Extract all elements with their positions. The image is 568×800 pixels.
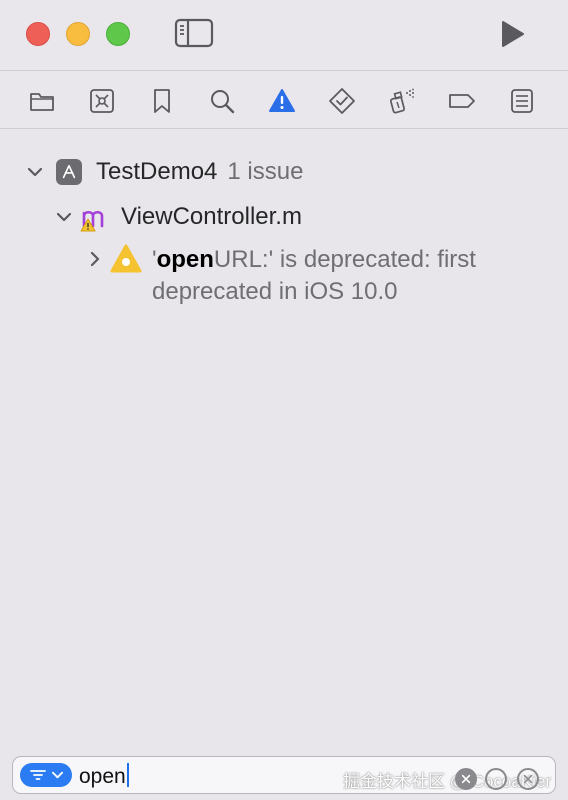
chevron-down-icon[interactable]	[26, 163, 44, 181]
filter-bar: open 掘金技术社区 @ CocoaKier	[0, 750, 568, 800]
filter-input[interactable]: open	[79, 763, 129, 789]
test-diamond-icon[interactable]	[327, 86, 357, 116]
close-window-button[interactable]	[26, 22, 50, 46]
title-bar	[0, 0, 568, 70]
warning-icon[interactable]	[267, 86, 297, 116]
filter-scope-icon[interactable]	[517, 768, 539, 790]
chevron-down-icon	[51, 771, 63, 779]
issue-message[interactable]: 'openURL:' is deprecated: first deprecat…	[152, 244, 542, 308]
filter-options-button[interactable]	[20, 763, 72, 787]
divider	[0, 128, 568, 129]
filter-value: open	[79, 765, 126, 788]
issue-navigator: TestDemo4 1 issue ViewController.m 'open…	[0, 130, 568, 750]
zoom-window-button[interactable]	[106, 22, 130, 46]
text-caret	[126, 763, 129, 787]
divider	[0, 70, 568, 71]
search-icon[interactable]	[207, 86, 237, 116]
minimize-window-button[interactable]	[66, 22, 90, 46]
issue-row-disclosure[interactable]	[86, 250, 104, 268]
bookmark-icon[interactable]	[147, 86, 177, 116]
folder-icon[interactable]	[27, 86, 57, 116]
sidebar-toggle-icon[interactable]	[174, 17, 214, 49]
project-row[interactable]: TestDemo4 1 issue	[26, 158, 303, 186]
breakpoint-icon[interactable]	[447, 86, 477, 116]
project-name: TestDemo4	[96, 158, 218, 185]
navigator-tab-bar	[0, 72, 568, 128]
play-icon[interactable]	[496, 18, 528, 50]
report-icon[interactable]	[507, 86, 537, 116]
show-recent-icon[interactable]	[485, 768, 507, 790]
source-control-icon[interactable]	[87, 86, 117, 116]
clear-filter-icon[interactable]	[455, 768, 477, 790]
search-match: open	[156, 246, 214, 273]
file-name: ViewController.m	[121, 203, 302, 230]
app-target-icon	[56, 159, 82, 185]
debug-spray-icon[interactable]	[387, 86, 417, 116]
issue-count: 1 issue	[227, 158, 304, 185]
filter-lines-icon	[29, 770, 46, 780]
file-row[interactable]: ViewController.m	[55, 202, 302, 232]
chevron-down-icon[interactable]	[55, 208, 73, 226]
objc-file-icon	[80, 202, 111, 232]
warning-badge-icon	[80, 218, 96, 232]
warning-icon	[110, 244, 142, 274]
filter-field[interactable]: open 掘金技术社区 @ CocoaKier	[12, 756, 556, 794]
chevron-right-icon[interactable]	[86, 250, 104, 268]
